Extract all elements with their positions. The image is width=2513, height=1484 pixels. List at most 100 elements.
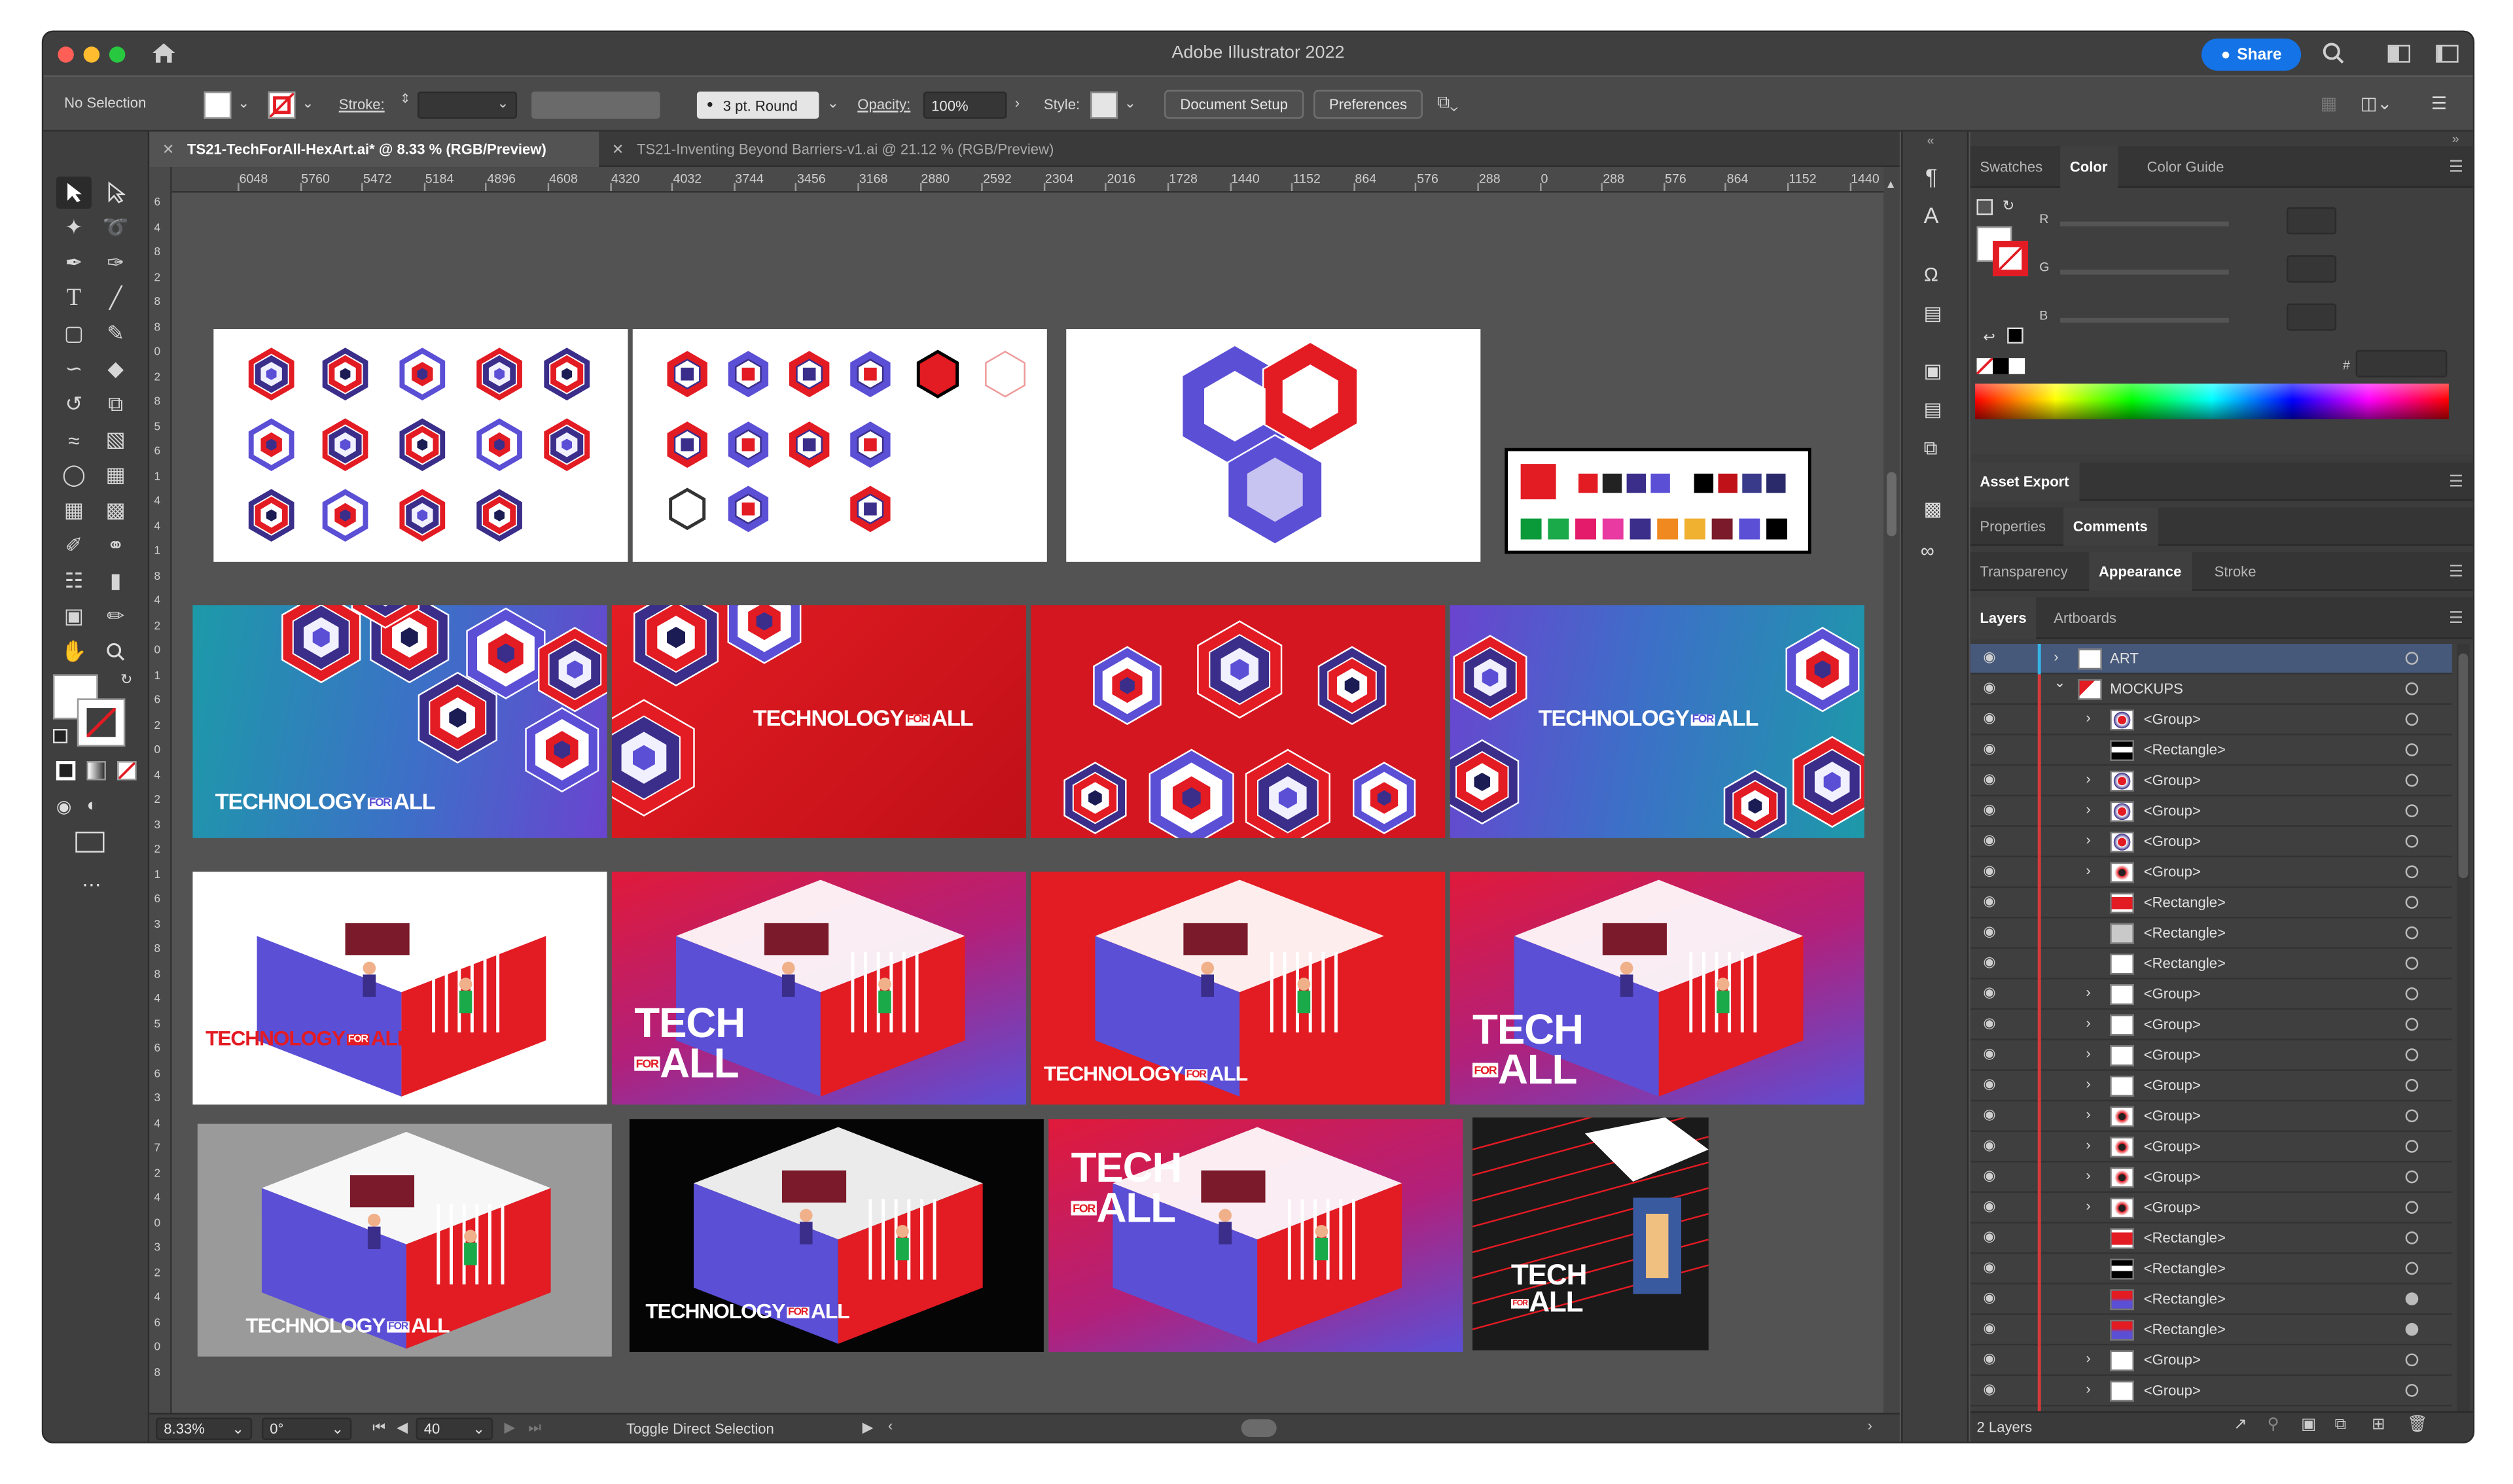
- sublayer-row[interactable]: ◉ <Rectangle>: [1970, 1223, 2452, 1254]
- artboard-banner-teal-1[interactable]: TECHNOLOGY FOR ALL: [192, 605, 607, 838]
- warp-tool-icon[interactable]: ≈: [56, 424, 92, 456]
- none-swatch[interactable]: [1976, 358, 1993, 374]
- channel-g-slider[interactable]: [2060, 270, 2229, 275]
- stroke-color-large[interactable]: [1993, 241, 2029, 277]
- canvas[interactable]: TECHNOLOGY FOR ALL TECHNOLOGY FOR ALL TECHNO…: [173, 194, 1884, 1415]
- artboard-banner-teal-2[interactable]: TECHNOLOGY FOR ALL: [1450, 605, 1864, 838]
- hex-field[interactable]: [2355, 349, 2448, 378]
- clipping-mask-icon[interactable]: ▣: [2301, 1416, 2316, 1434]
- align-icon[interactable]: ▦: [2321, 93, 2338, 114]
- sublayer-row[interactable]: ◉ › <Group>: [1970, 1101, 2452, 1132]
- artboard-iso-grey[interactable]: TECHNOLOGY FOR ALL: [197, 1123, 612, 1357]
- tab-asset-export[interactable]: Asset Export: [1970, 462, 2079, 501]
- visibility-eye-icon[interactable]: ◉: [1983, 679, 1995, 697]
- sublayer-row[interactable]: ◉ › <Group>: [1970, 705, 2452, 735]
- last-artboard-icon[interactable]: ⏭: [528, 1419, 541, 1437]
- document-setup-button[interactable]: Document Setup: [1164, 90, 1304, 119]
- visibility-eye-icon[interactable]: ◉: [1983, 1197, 1995, 1215]
- sublayer-row[interactable]: ◉ › <Group>: [1970, 1375, 2452, 1407]
- target-circle-icon[interactable]: [2405, 896, 2419, 909]
- shape-builder-tool-icon[interactable]: ◯: [56, 459, 92, 491]
- target-circle-icon[interactable]: [2405, 865, 2419, 879]
- screen-mode-icon[interactable]: [75, 832, 105, 853]
- panel-menu-icon[interactable]: ☰: [2449, 563, 2463, 581]
- target-circle-icon[interactable]: [2405, 1353, 2419, 1367]
- target-circle-icon[interactable]: [2405, 1140, 2419, 1153]
- target-circle-icon[interactable]: [2405, 1201, 2419, 1214]
- chevron-right-icon[interactable]: ›: [1015, 95, 1020, 111]
- fill-swatch[interactable]: [204, 91, 232, 119]
- chevron-right-icon[interactable]: ›: [2086, 1137, 2090, 1153]
- target-circle-icon[interactable]: [2405, 804, 2419, 817]
- export-icon[interactable]: ↗: [2234, 1416, 2247, 1434]
- target-circle-icon[interactable]: [2405, 1322, 2419, 1336]
- curvature-tool-icon[interactable]: ✑: [98, 247, 134, 279]
- chevron-right-icon[interactable]: ›: [2086, 862, 2090, 879]
- vertical-scrollbar[interactable]: ▲: [1883, 167, 1900, 1413]
- artboard-iso-white[interactable]: TECHNOLOGY FOR ALL: [192, 872, 607, 1105]
- mesh-tool-icon[interactable]: ▦: [56, 495, 92, 527]
- sublayer-row[interactable]: ◉ <Rectangle>: [1970, 1254, 2452, 1284]
- target-circle-icon[interactable]: [2405, 1078, 2419, 1092]
- none-mode-icon[interactable]: [117, 761, 137, 781]
- tab-properties[interactable]: Properties: [1970, 507, 2056, 546]
- hand-tool-icon[interactable]: ✋: [56, 636, 92, 668]
- stroke-swatch[interactable]: [268, 91, 296, 119]
- chevron-right-icon[interactable]: ›: [2086, 1076, 2090, 1092]
- shaper-tool-icon[interactable]: ∽: [56, 353, 92, 385]
- magic-wand-tool-icon[interactable]: ✦: [56, 212, 92, 244]
- stroke-color-swatch[interactable]: [77, 698, 126, 747]
- default-fill-stroke-icon[interactable]: ↩: [1983, 329, 1995, 347]
- target-circle-icon[interactable]: [2405, 987, 2419, 1000]
- sublayer-row[interactable]: ◉ <Rectangle>: [1970, 949, 2452, 980]
- fill-stroke-mini[interactable]: [1976, 199, 1993, 215]
- artboard-tool-icon[interactable]: ▣: [56, 601, 92, 633]
- sublayer-row[interactable]: ◉ <Rectangle>: [1970, 887, 2452, 919]
- close-tab-icon[interactable]: ✕: [162, 141, 175, 158]
- rotate-tool-icon[interactable]: ↺: [56, 389, 92, 421]
- swap-colors-icon[interactable]: ↻: [120, 671, 133, 689]
- channel-b-field[interactable]: [2287, 303, 2337, 331]
- sublayer-row[interactable]: ◉ › <Group>: [1970, 979, 2452, 1010]
- tab-layers[interactable]: Layers: [1970, 597, 2037, 639]
- visibility-eye-icon[interactable]: ◉: [1983, 740, 1995, 758]
- artboard-iso-gradient-2[interactable]: TECH FORALL: [1450, 872, 1864, 1105]
- tab-color-guide[interactable]: Color Guide: [2137, 146, 2234, 188]
- scroll-left-icon[interactable]: ‹: [888, 1418, 893, 1434]
- tab-color[interactable]: Color: [2060, 146, 2118, 188]
- links-icon[interactable]: ∞: [1921, 539, 1934, 561]
- preferences-button[interactable]: Preferences: [1313, 90, 1423, 119]
- horizontal-ruler[interactable]: 6048 5760 5472 5184 4896 4608 4320 4032 3744 3456…: [149, 167, 1900, 193]
- transform-icon[interactable]: ⧉⌄: [1437, 93, 1458, 114]
- new-sublayer-icon[interactable]: ⧉: [2335, 1416, 2347, 1434]
- slice-tool-icon[interactable]: ✏: [98, 601, 134, 633]
- zoom-tool-icon[interactable]: [98, 636, 134, 668]
- libraries-icon[interactable]: ▩: [1924, 498, 1942, 520]
- artboard-iso-dark-lines[interactable]: TECH FOR ALL: [1472, 1117, 1709, 1351]
- chevron-right-icon[interactable]: ›: [2086, 1045, 2090, 1061]
- horizontal-scroll-thumb[interactable]: [1241, 1419, 1277, 1438]
- pathfinder-icon[interactable]: ⧉: [1924, 436, 1938, 461]
- sublayer-row[interactable]: ◉ <Rectangle>: [1970, 1315, 2452, 1346]
- align-panel-icon[interactable]: ▤: [1924, 398, 1942, 421]
- sublayer-row[interactable]: ◉ › <Group>: [1970, 1131, 2452, 1163]
- sublayer-row[interactable]: ◉ <Rectangle>: [1970, 918, 2452, 949]
- visibility-eye-icon[interactable]: ◉: [1983, 771, 1995, 788]
- style-swatch[interactable]: [1090, 91, 1118, 119]
- visibility-eye-icon[interactable]: ◉: [1983, 1137, 1995, 1154]
- share-button[interactable]: ● Share: [2201, 38, 2302, 71]
- workspace-icon[interactable]: [2436, 44, 2459, 63]
- chevron-right-icon[interactable]: ›: [2086, 1197, 2090, 1214]
- panel-menu-icon[interactable]: ☰: [2449, 610, 2463, 627]
- scroll-right-icon[interactable]: ›: [1868, 1418, 1872, 1434]
- sublayer-row[interactable]: ◉ › <Group>: [1970, 1040, 2452, 1071]
- sublayer-row[interactable]: ◉ › <Group>: [1970, 1162, 2452, 1193]
- chevron-right-icon[interactable]: ›: [2086, 801, 2090, 817]
- chevron-down-icon[interactable]: ⌄: [238, 95, 250, 113]
- tab-artboards[interactable]: Artboards: [2044, 597, 2126, 639]
- stroke-weight-field[interactable]: ⌄: [417, 91, 518, 119]
- locate-object-icon[interactable]: ⚲: [2268, 1416, 2279, 1434]
- scroll-thumb[interactable]: [1887, 472, 1897, 537]
- paintbrush-tool-icon[interactable]: ✎: [98, 318, 134, 350]
- variable-width-profile[interactable]: [531, 91, 660, 119]
